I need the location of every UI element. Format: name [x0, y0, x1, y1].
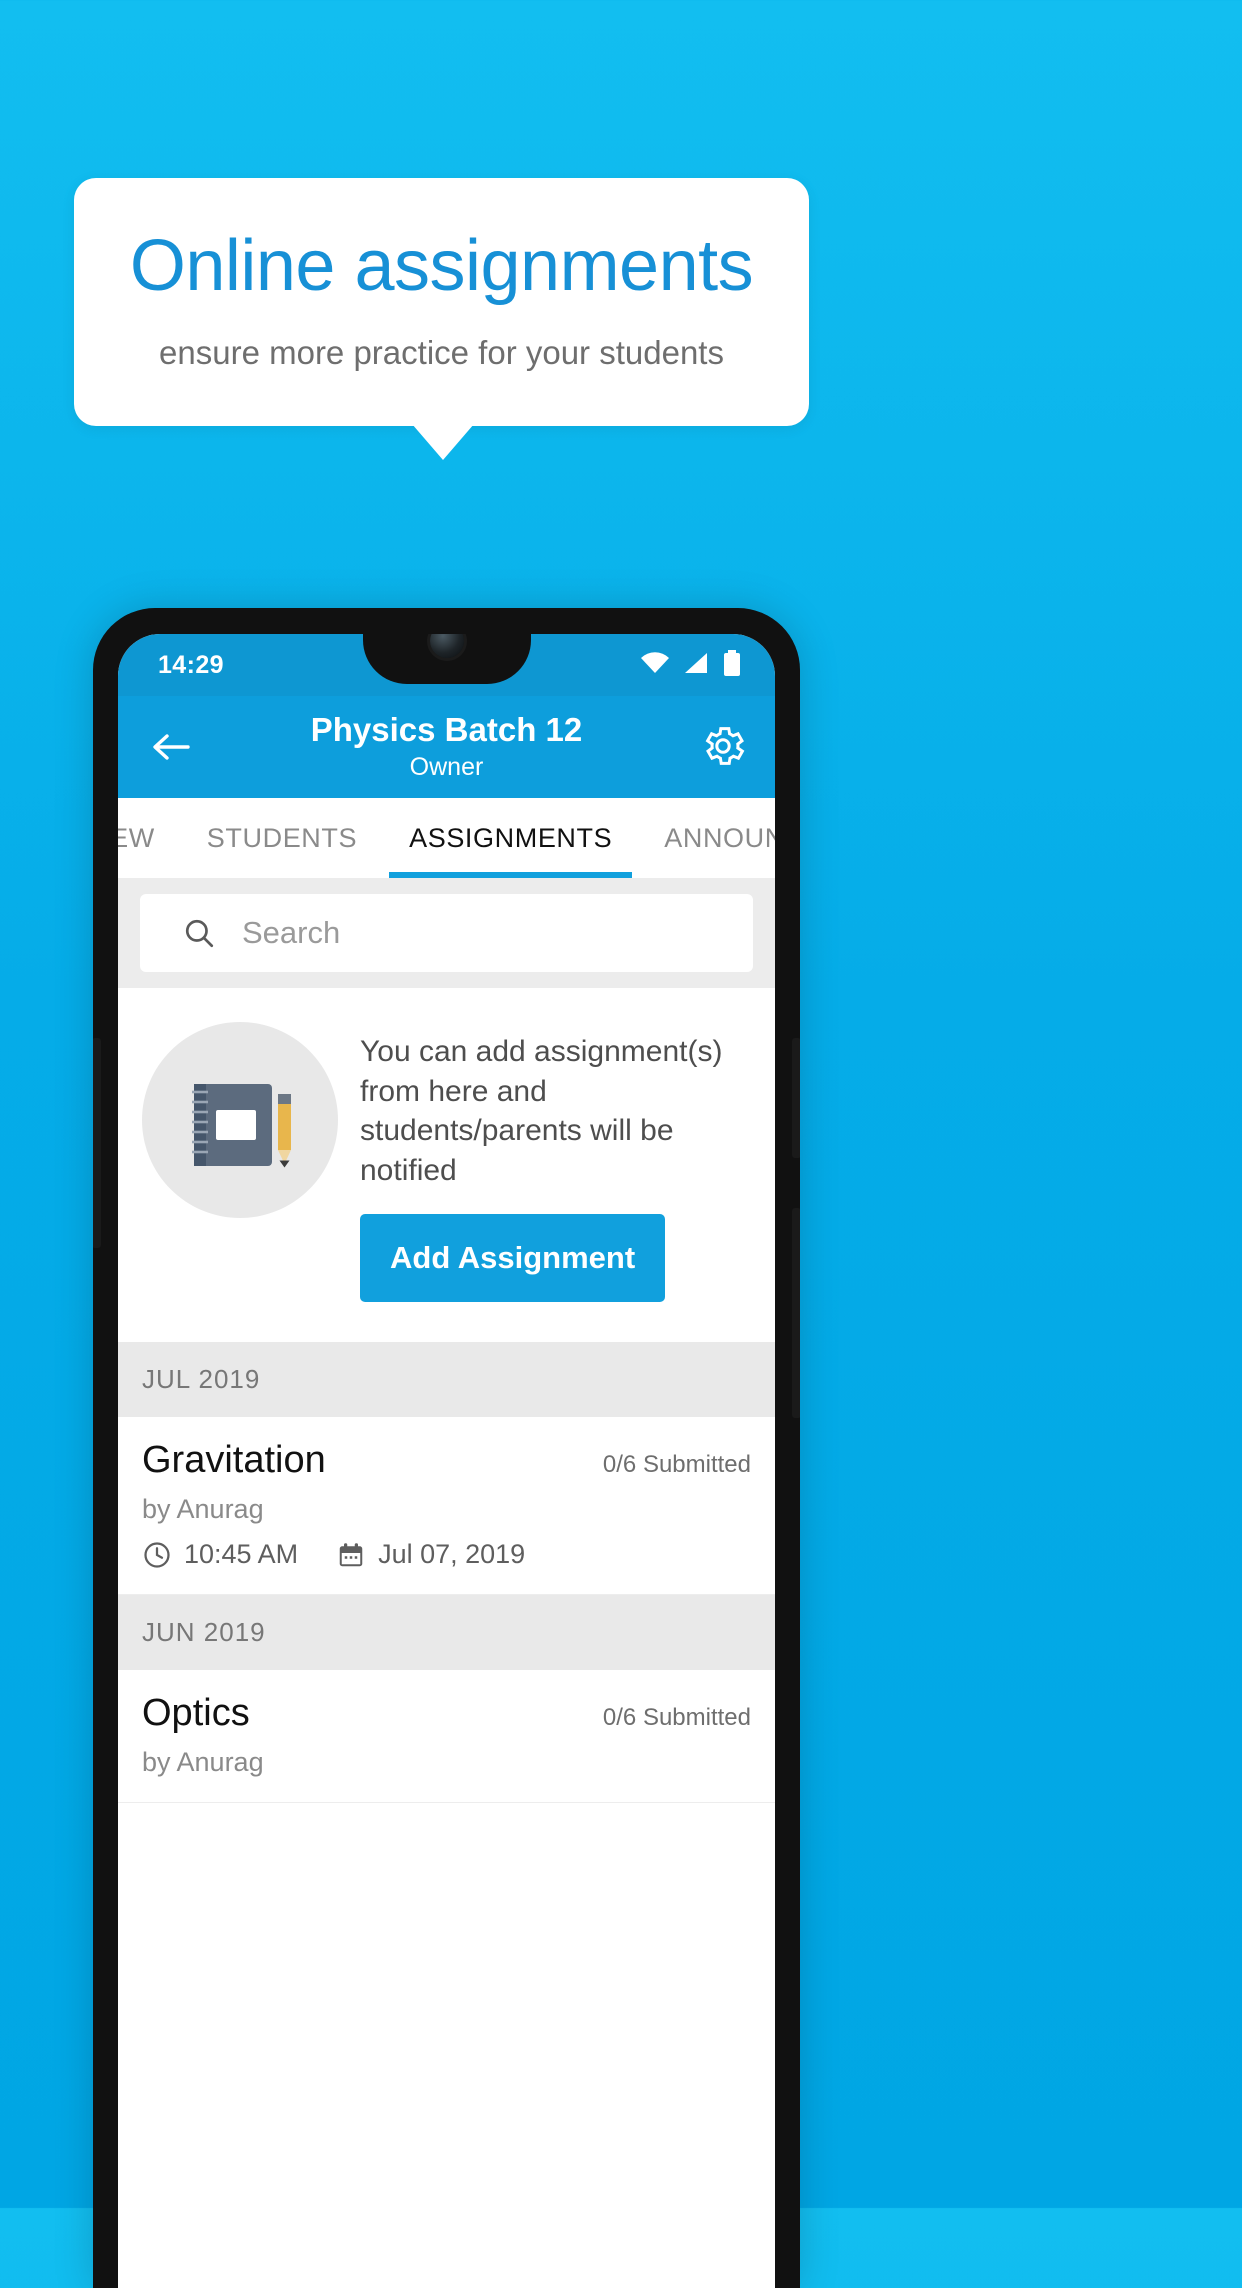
search-placeholder: Search: [242, 915, 341, 950]
phone-mockup: 14:29 Physics Batch 12 Owner EW STUDENTS…: [93, 608, 800, 2288]
promo-callout-card: Online assignments ensure more practice …: [74, 178, 809, 426]
assignment-author: by Anurag: [142, 1494, 264, 1525]
assignment-submitted-count: 0/6 Submitted: [602, 1451, 751, 1479]
assignment-meta: 10:45 AM Jul 07, 2019: [142, 1539, 751, 1570]
promo-subtitle: ensure more practice for your students: [159, 334, 724, 371]
front-camera-icon: [429, 634, 464, 658]
assignment-row-top: Gravitation 0/6 Submitted: [142, 1439, 751, 1482]
phone-volume-button: [792, 1208, 800, 1418]
promo-callout-tail: [412, 424, 474, 460]
page-subtitle: Owner: [409, 753, 484, 781]
page-title: Physics Batch 12: [310, 711, 583, 748]
search-bar-container: Search: [118, 878, 775, 988]
status-icons: [639, 650, 741, 676]
empty-state-content: You can add assignment(s) from here and …: [360, 1022, 751, 1303]
tab-overview[interactable]: IEW: [118, 798, 181, 878]
empty-state-card: You can add assignment(s) from here and …: [118, 988, 775, 1343]
assignment-author: by Anurag: [142, 1747, 264, 1778]
phone-notch: [362, 634, 531, 684]
signal-icon: [683, 651, 711, 675]
assignment-submitted-count: 0/6 Submitted: [602, 1704, 751, 1732]
app-bar: Physics Batch 12 Owner: [118, 696, 775, 798]
assignment-row-top: Optics 0/6 Submitted: [142, 1692, 751, 1735]
search-icon: [182, 916, 216, 950]
status-bar: 14:29: [118, 634, 775, 696]
wifi-icon: [639, 651, 671, 675]
assignment-title: Optics: [142, 1692, 250, 1735]
phone-power-button: [792, 1038, 800, 1158]
assignment-time: 10:45 AM: [184, 1539, 299, 1570]
month-header: JUN 2019: [118, 1595, 775, 1671]
battery-icon: [723, 650, 741, 676]
status-time: 14:29: [158, 651, 224, 679]
phone-assistant-button: [93, 1038, 101, 1248]
gear-icon[interactable]: [699, 722, 747, 770]
empty-state-text: You can add assignment(s) from here and …: [360, 1035, 723, 1187]
phone-screen: 14:29 Physics Batch 12 Owner EW STUDENTS…: [118, 634, 775, 2288]
notebook-pencil-icon: [142, 1022, 338, 1218]
assignment-title: Gravitation: [142, 1439, 326, 1482]
assignment-date: Jul 07, 2019: [378, 1539, 526, 1570]
tab-announcements[interactable]: ANNOUNCEM: [638, 798, 775, 878]
back-arrow-icon[interactable]: [148, 724, 194, 770]
assignment-row[interactable]: Gravitation 0/6 Submitted by Anurag 10:4…: [118, 1417, 775, 1596]
search-input[interactable]: Search: [140, 894, 753, 972]
month-header: JUL 2019: [118, 1342, 775, 1418]
clock-icon: [142, 1540, 172, 1570]
promo-title: Online assignments: [129, 226, 754, 306]
add-assignment-button[interactable]: Add Assignment: [360, 1214, 666, 1303]
tab-students[interactable]: STUDENTS: [181, 798, 383, 878]
tab-assignments[interactable]: ASSIGNMENTS: [383, 798, 638, 878]
calendar-icon: [336, 1540, 366, 1570]
assignment-row[interactable]: Optics 0/6 Submitted by Anurag: [118, 1670, 775, 1804]
tab-bar[interactable]: IEW STUDENTS ASSIGNMENTS ANNOUNCEM: [118, 798, 775, 878]
